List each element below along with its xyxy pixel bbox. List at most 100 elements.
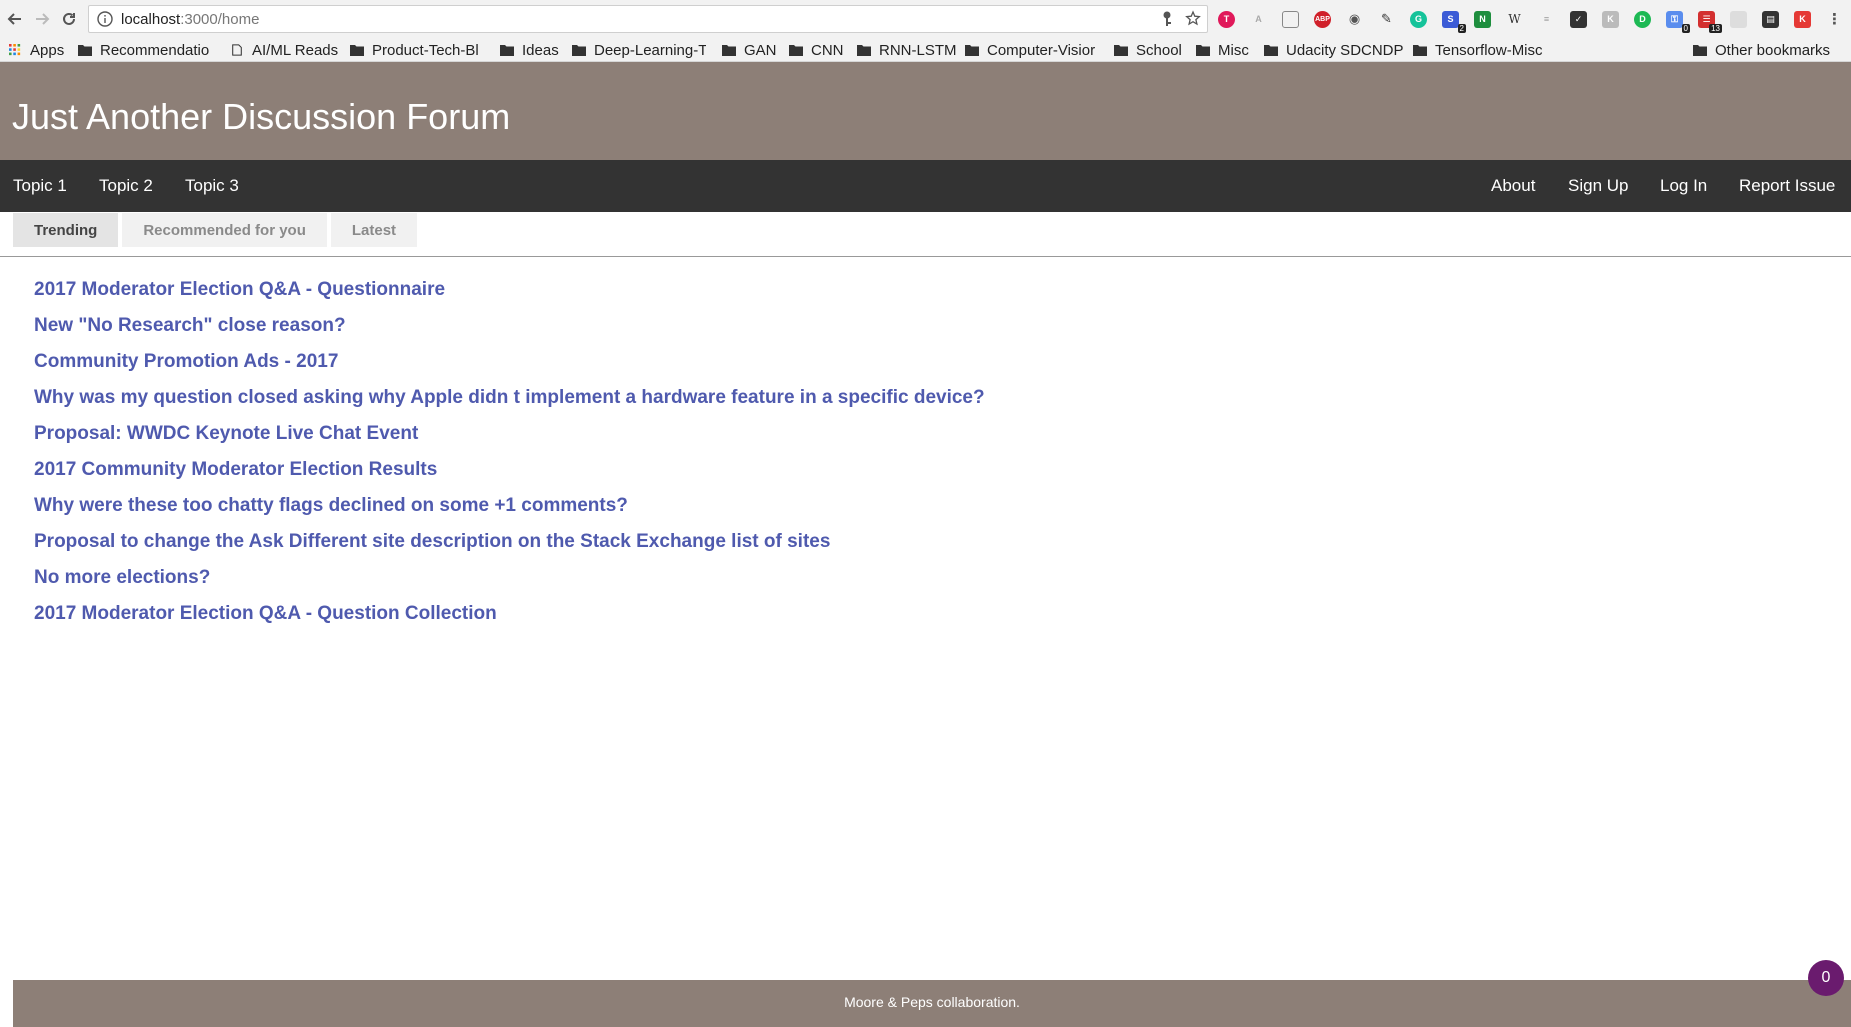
question-link[interactable]: No more elections? <box>34 566 985 602</box>
extension-red-square-icon[interactable]: K <box>1794 10 1811 28</box>
forward-button[interactable] <box>30 7 54 31</box>
bookmark-tensorflow-misc[interactable]: Tensorflow-Misc <box>1413 40 1543 60</box>
folder-icon <box>1114 45 1128 56</box>
extension-gray-k-icon[interactable]: K <box>1602 10 1619 28</box>
extension-badge: 0 <box>1681 23 1690 33</box>
adblock-icon[interactable]: ABP <box>1314 10 1331 28</box>
bookmark-label: RNN-LSTM <box>879 41 957 59</box>
wikipedia-icon[interactable]: W <box>1506 10 1523 28</box>
folder-icon <box>722 45 736 56</box>
extension-gray-a-icon[interactable]: A <box>1250 10 1267 28</box>
extension-film-icon[interactable]: ▤ <box>1762 10 1779 28</box>
bookmark-label: Apps <box>30 41 65 59</box>
extension-stack-icon[interactable]: ≡ <box>1538 10 1555 28</box>
nav-log-in[interactable]: Log In <box>1660 176 1707 196</box>
bookmark-label: Deep-Learning-T <box>594 41 706 59</box>
chat-count: 0 <box>1821 969 1831 986</box>
forward-arrow-icon <box>36 13 50 25</box>
address-bar[interactable]: localhost:3000/home <box>88 5 1208 33</box>
extension-badge: 13 <box>1709 23 1722 33</box>
bookmark-label: School <box>1136 41 1182 59</box>
apps-grid-icon <box>9 44 21 56</box>
site-footer: Moore & Peps collaboration. <box>13 980 1851 1027</box>
tab-recommended[interactable]: Recommended for you <box>122 213 327 247</box>
back-button[interactable] <box>3 7 27 31</box>
reload-button[interactable] <box>57 7 81 31</box>
bookmark-label: Recommendatio <box>100 41 210 59</box>
bookmark-label: Misc <box>1218 41 1249 59</box>
tab-latest[interactable]: Latest <box>330 213 418 247</box>
folder-icon <box>500 45 514 56</box>
nav-sign-up[interactable]: Sign Up <box>1568 176 1628 196</box>
nav-report-issue[interactable]: Report Issue <box>1739 176 1835 196</box>
bookmark-rnn-lstm[interactable]: RNN-LSTM <box>857 40 957 60</box>
folder-icon <box>572 45 586 56</box>
question-link[interactable]: Proposal to change the Ask Different sit… <box>34 530 985 566</box>
grammarly-icon[interactable]: G <box>1410 10 1427 28</box>
pocket-icon[interactable]: ✓ <box>1570 10 1587 28</box>
bookmark-misc[interactable]: Misc <box>1196 40 1249 60</box>
bookmark-deep-learning[interactable]: Deep-Learning-T <box>572 40 706 60</box>
site-title[interactable]: Just Another Discussion Forum <box>12 96 510 138</box>
folder-icon <box>350 45 364 56</box>
bookmark-recommendation[interactable]: Recommendatio <box>78 40 209 60</box>
extension-badge: 2 <box>1457 23 1466 33</box>
bookmark-label: Product-Tech-Bl <box>372 41 479 59</box>
question-link[interactable]: 2017 Moderator Election Q&A - Question C… <box>34 602 985 638</box>
bookmark-label: AI/ML Reads <box>252 41 339 59</box>
bookmark-cnn[interactable]: CNN <box>789 40 844 60</box>
question-link[interactable]: 2017 Moderator Election Q&A - Questionna… <box>34 278 985 314</box>
folder-icon <box>789 45 803 56</box>
extension-chat-icon[interactable] <box>1730 10 1747 28</box>
bookmark-product-tech-blogs[interactable]: Product-Tech-Bl <box>350 40 479 60</box>
extension-n-icon[interactable]: N <box>1474 10 1491 28</box>
bookmark-udacity-sdcndp[interactable]: Udacity SDCNDP <box>1264 40 1404 60</box>
bookmark-label: Other bookmarks <box>1715 41 1831 59</box>
back-arrow-icon <box>7 13 21 25</box>
bookmark-gan[interactable]: GAN <box>722 40 777 60</box>
nav-topic-3[interactable]: Topic 3 <box>185 176 239 196</box>
feed-tabs: Trending Recommended for you Latest <box>13 213 421 247</box>
tab-trending[interactable]: Trending <box>13 213 119 247</box>
menu-kebab-icon[interactable]: ⋮ <box>1826 10 1843 28</box>
bookmarks-bar: Apps Recommendatio AI/ML Reads Product-T… <box>0 38 1851 62</box>
key-icon[interactable] <box>1159 10 1175 28</box>
folder-icon <box>965 45 979 56</box>
divider <box>0 256 1851 257</box>
bookmark-apps[interactable]: Apps <box>8 40 64 60</box>
folder-icon <box>1693 45 1707 56</box>
page-icon <box>232 44 242 56</box>
info-icon <box>97 11 113 27</box>
site-header: Just Another Discussion Forum <box>0 62 1851 160</box>
extension-pocket-outline-icon[interactable] <box>1282 10 1299 28</box>
bookmark-other-bookmarks[interactable]: Other bookmarks <box>1693 40 1830 60</box>
evernote-icon[interactable]: ✎ <box>1378 10 1395 28</box>
footer-text: Moore & Peps collaboration. <box>844 994 1020 1010</box>
question-link[interactable]: 2017 Community Moderator Election Result… <box>34 458 985 494</box>
extension-green-circle-icon[interactable]: D <box>1634 10 1651 28</box>
question-link[interactable]: New "No Research" close reason? <box>34 314 985 350</box>
extension-lock-icon[interactable]: ⚿ 0 <box>1666 10 1690 33</box>
browser-toolbar: localhost:3000/home T A ABP ◉ ✎ G S2 N W… <box>0 0 1851 38</box>
question-link[interactable]: Why was my question closed asking why Ap… <box>34 386 985 422</box>
nav-topic-2[interactable]: Topic 2 <box>99 176 153 196</box>
eye-icon[interactable]: ◉ <box>1346 10 1363 28</box>
nav-topic-1[interactable]: Topic 1 <box>13 176 67 196</box>
question-list: 2017 Moderator Election Q&A - Questionna… <box>34 278 985 638</box>
bookmark-computer-vision[interactable]: Computer-Visior <box>965 40 1095 60</box>
question-link[interactable]: Proposal: WWDC Keynote Live Chat Event <box>34 422 985 458</box>
question-link[interactable]: Community Promotion Ads - 2017 <box>34 350 985 386</box>
bookmark-aiml-reads[interactable]: AI/ML Reads <box>230 40 338 60</box>
extension-red-circle-icon[interactable]: T <box>1218 10 1235 28</box>
folder-icon <box>1413 45 1427 56</box>
chat-count-bubble[interactable]: 0 <box>1808 960 1844 996</box>
bookmark-school[interactable]: School <box>1114 40 1182 60</box>
reload-icon <box>63 12 75 25</box>
extension-s-icon[interactable]: S2 <box>1442 10 1466 33</box>
todoist-icon[interactable]: ☰ 13 <box>1698 10 1722 33</box>
nav-about[interactable]: About <box>1491 176 1535 196</box>
question-link[interactable]: Why were these too chatty flags declined… <box>34 494 985 530</box>
bookmark-ideas[interactable]: Ideas <box>500 40 559 60</box>
url-path: :3000/home <box>180 10 260 28</box>
star-icon[interactable] <box>1185 10 1201 28</box>
